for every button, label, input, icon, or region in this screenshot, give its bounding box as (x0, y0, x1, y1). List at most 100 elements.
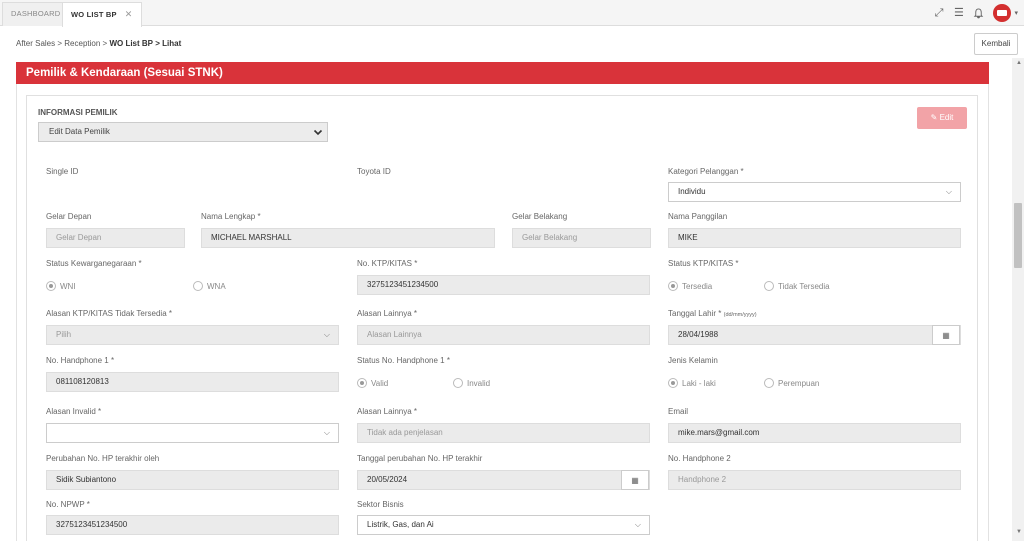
hp1-label: No. Handphone 1 * (46, 356, 115, 365)
radio-unchecked-icon (764, 378, 774, 388)
kewarganegaraan-label: Status Kewarganegaraan * (46, 259, 142, 268)
wna-radio[interactable]: WNA (193, 281, 226, 291)
tersedia-label: Tersedia (682, 282, 713, 291)
nama-panggilan-input[interactable]: MIKE (668, 228, 961, 248)
tab-dashboard-label: DASHBOARD (11, 9, 61, 18)
fullscreen-icon[interactable]: ⤢ (933, 7, 944, 19)
gelar-depan-input[interactable]: Gelar Depan (46, 228, 185, 248)
alasan-ktp-value: Pilih (56, 330, 72, 339)
valid-radio[interactable]: Valid (357, 378, 388, 388)
scrollbar-thumb[interactable] (1014, 203, 1022, 268)
tab-bar: DASHBOARD WO LIST BP ✕ ⤢ ☰ ▾ (0, 0, 1024, 27)
email-label: Email (668, 407, 689, 416)
hp1-input[interactable]: 081108120813 (46, 372, 339, 392)
nama-lengkap-input[interactable]: MICHAEL MARSHALL (201, 228, 495, 248)
bell-icon[interactable] (973, 7, 984, 19)
perubahan-hp-label: Perubahan No. HP terakhir oleh (46, 454, 160, 463)
gelar-depan-label: Gelar Depan (46, 212, 92, 221)
status-hp1-label: Status No. Handphone 1 * (357, 356, 450, 365)
gelar-belakang-input[interactable]: Gelar Belakang (512, 228, 651, 248)
tanggal-lahir-label: Tanggal Lahir * (dd/mm/yyyy) (668, 309, 757, 318)
radio-checked-icon (357, 378, 367, 388)
scroll-up-icon[interactable]: ▲ (1016, 60, 1022, 66)
chevron-down-icon: ⌵ (945, 187, 952, 196)
alasan-ktp-select[interactable]: Pilih ⌵ (46, 325, 339, 345)
radio-unchecked-icon (453, 378, 463, 388)
breadcrumb-reception[interactable]: Reception (64, 39, 100, 48)
perempuan-label: Perempuan (778, 379, 820, 388)
alasan-invalid-select[interactable]: ⌵ (46, 423, 339, 443)
tanggal-lahir-label-text: Tanggal Lahir * (668, 309, 722, 318)
kategori-value: Individu (678, 187, 706, 196)
chevron-down-icon (313, 126, 323, 144)
wni-label: WNI (60, 282, 76, 291)
sektor-select[interactable]: Listrik, Gas, dan Ai ⌵ (357, 515, 650, 535)
edit-button-label: Edit (939, 113, 954, 122)
breadcrumb-wo-list-bp[interactable]: WO List BP (109, 39, 153, 48)
edit-owner-select[interactable]: Edit Data Pemilik (38, 122, 328, 142)
tersedia-radio[interactable]: Tersedia (668, 281, 712, 291)
invalid-radio[interactable]: Invalid (453, 378, 490, 388)
tanggal-lahir-hint: (dd/mm/yyyy) (723, 312, 757, 318)
radio-unchecked-icon (193, 281, 203, 291)
breadcrumb-after-sales[interactable]: After Sales (16, 39, 55, 48)
radio-checked-icon (668, 378, 678, 388)
npwp-label: No. NPWP * (46, 500, 90, 509)
tanggal-lahir-input[interactable]: 28/04/1988 ▦ (668, 325, 961, 345)
hp2-input[interactable]: Handphone 2 (668, 470, 961, 490)
status-ktp-label: Status KTP/KITAS * (668, 259, 739, 268)
alasan-lainnya-2-input[interactable]: Tidak ada penjelasan (357, 423, 650, 443)
sektor-value: Listrik, Gas, dan Ai (367, 520, 434, 529)
calendar-icon[interactable]: ▦ (621, 470, 649, 490)
nama-lengkap-label: Nama Lengkap * (201, 212, 261, 221)
pencil-icon: ✎ (930, 113, 938, 122)
kategori-label: Kategori Pelanggan * (668, 167, 744, 176)
radio-checked-icon (668, 281, 678, 291)
kategori-select[interactable]: Individu ⌵ (668, 182, 961, 202)
scroll-down-icon[interactable]: ▼ (1016, 529, 1022, 535)
tab-wo-list-bp[interactable]: WO LIST BP ✕ (62, 2, 142, 27)
alasan-invalid-label: Alasan Invalid * (46, 407, 102, 416)
scrollbar-track[interactable] (1012, 58, 1024, 541)
ktp-label: No. KTP/KITAS * (357, 259, 418, 268)
chevron-down-icon[interactable]: ▾ (1014, 9, 1018, 17)
breadcrumb: After Sales > Reception > WO List BP > L… (16, 39, 181, 48)
breadcrumb-separator: > (102, 39, 108, 48)
tidak-tersedia-label: Tidak Tersedia (778, 282, 830, 291)
alasan-lainnya-1-input[interactable]: Alasan Lainnya (357, 325, 650, 345)
menu-icon[interactable]: ☰ (953, 7, 964, 19)
invalid-label: Invalid (467, 379, 491, 388)
tanggal-perubahan-value: 20/05/2024 (367, 475, 408, 484)
calendar-icon[interactable]: ▦ (932, 325, 960, 345)
edit-button[interactable]: ✎ Edit (917, 107, 967, 129)
perubahan-hp-input[interactable]: Sidik Subiantono (46, 470, 339, 490)
info-title: INFORMASI PEMILIK (38, 108, 118, 117)
toyota-id-label: Toyota ID (357, 167, 391, 176)
tab-dashboard[interactable]: DASHBOARD (2, 2, 70, 26)
tanggal-perubahan-input[interactable]: 20/05/2024 ▦ (357, 470, 650, 490)
radio-unchecked-icon (764, 281, 774, 291)
radio-checked-icon (46, 281, 56, 291)
chevron-down-icon: ⌵ (323, 428, 330, 437)
wni-radio[interactable]: WNI (46, 281, 76, 291)
tidak-tersedia-radio[interactable]: Tidak Tersedia (764, 281, 830, 291)
breadcrumb-current: Lihat (162, 39, 182, 48)
user-avatar[interactable] (993, 4, 1012, 22)
tab-wo-list-bp-label: WO LIST BP (71, 10, 117, 19)
top-toolbar: ⤢ ☰ ▾ (933, 4, 1018, 22)
ktp-input[interactable]: 3275123451234500 (357, 275, 650, 295)
close-icon[interactable]: ✕ (125, 9, 133, 19)
wna-label: WNA (207, 282, 226, 291)
laki-laki-radio[interactable]: Laki - laki (668, 378, 716, 388)
tanggal-lahir-value: 28/04/1988 (678, 330, 719, 339)
jenis-kelamin-label: Jenis Kelamin (668, 356, 718, 365)
back-button[interactable]: Kembali (974, 33, 1018, 55)
email-input[interactable]: mike.mars@gmail.com (668, 423, 961, 443)
nama-panggilan-label: Nama Panggilan (668, 212, 728, 221)
gelar-belakang-label: Gelar Belakang (512, 212, 568, 221)
perempuan-radio[interactable]: Perempuan (764, 378, 819, 388)
alasan-lainnya-1-label: Alasan Lainnya * (357, 309, 418, 318)
npwp-input[interactable]: 3275123451234500 (46, 515, 339, 535)
section-title: Pemilik & Kendaraan (Sesuai STNK) (16, 62, 989, 84)
single-id-label: Single ID (46, 167, 79, 176)
